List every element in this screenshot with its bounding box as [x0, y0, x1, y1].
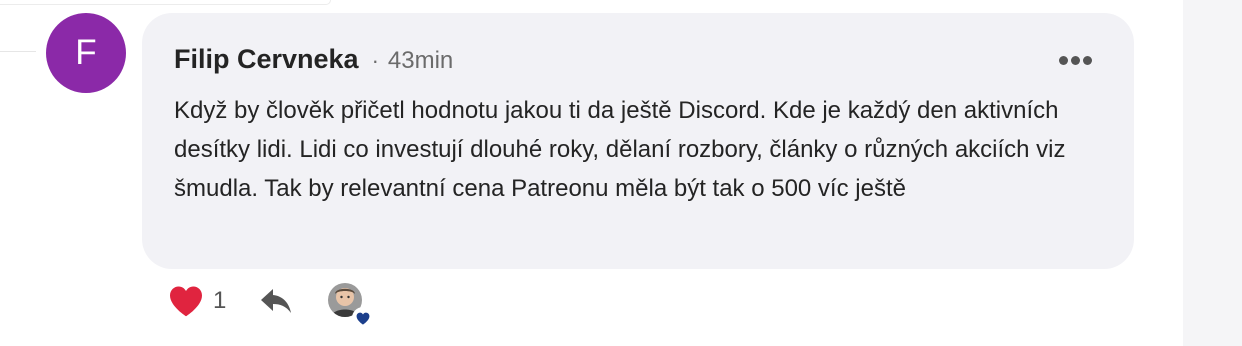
comment-actions: 1 — [168, 283, 428, 329]
like-button[interactable]: 1 — [168, 285, 226, 317]
reply-arrow-icon — [261, 289, 291, 313]
header-separator: · — [371, 48, 379, 73]
comment-text: Když by člověk přičetl hodnotu jakou ti … — [174, 97, 1066, 202]
previous-comment-edge — [0, 0, 331, 5]
more-dots-icon — [1059, 56, 1068, 65]
more-options-button[interactable] — [1059, 56, 1092, 65]
right-side-panel — [1183, 0, 1242, 346]
comment-timestamp[interactable]: 43min — [388, 47, 453, 75]
more-dots-icon — [1071, 56, 1080, 65]
heart-icon — [170, 286, 202, 317]
reply-button[interactable] — [259, 287, 293, 320]
reaction-badge — [352, 307, 374, 329]
author-avatar-initial: F — [75, 33, 97, 72]
author-avatar[interactable]: F — [46, 13, 126, 93]
like-count: 1 — [213, 287, 227, 314]
reaction-avatar[interactable] — [328, 283, 374, 329]
thread-connector-line — [0, 51, 36, 52]
heart-badge-icon — [356, 312, 370, 325]
comment-header: Filip Cervneka · 43min — [174, 44, 453, 75]
more-dots-icon — [1083, 56, 1092, 65]
comment-bubble: Filip Cervneka · 43min Když by člověk př… — [142, 13, 1134, 269]
author-name[interactable]: Filip Cervneka — [174, 44, 359, 75]
